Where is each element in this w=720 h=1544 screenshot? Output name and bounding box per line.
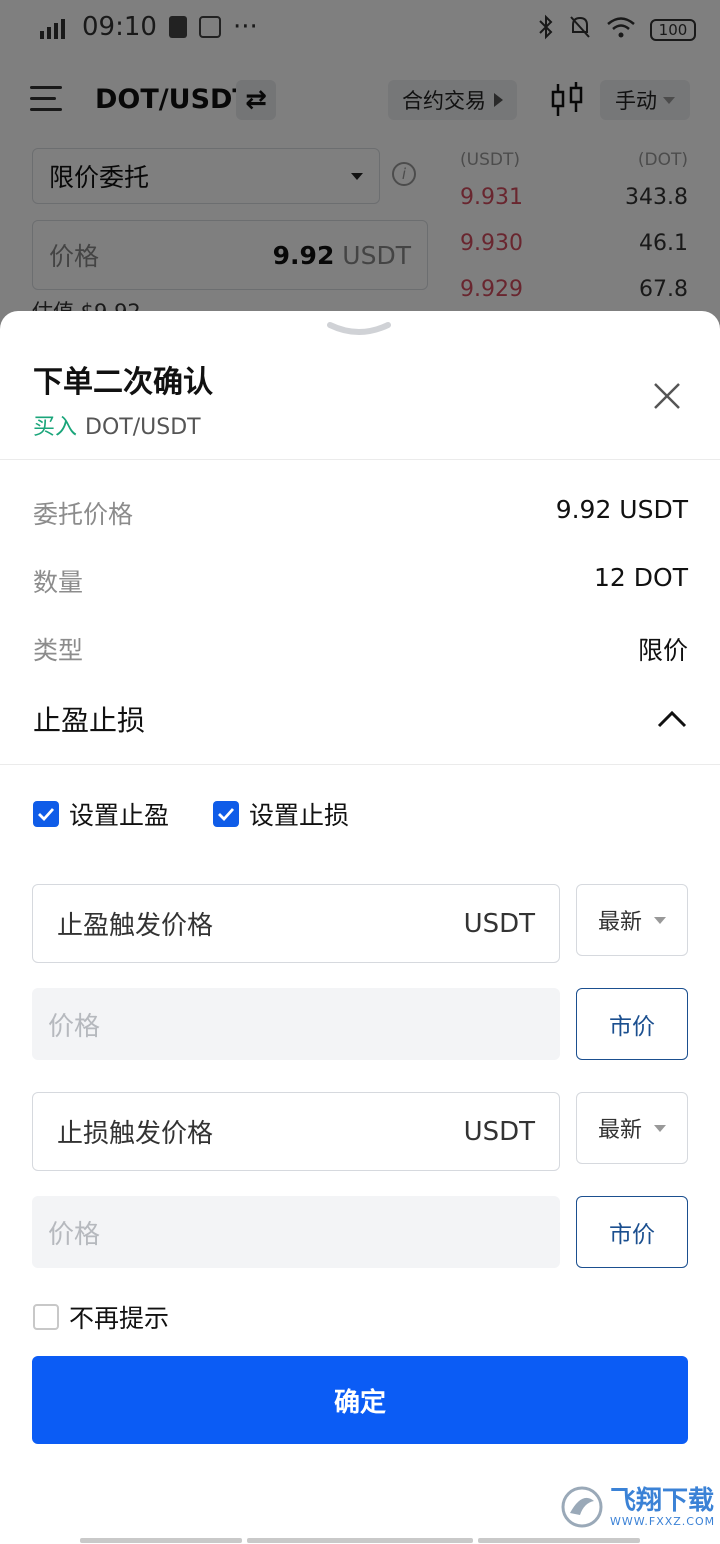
stop-loss-trigger-input[interactable]: 止损触发价格 USDT	[32, 1092, 560, 1171]
no-remind-checkbox[interactable]: 不再提示	[33, 1299, 169, 1335]
divider	[0, 764, 720, 765]
take-profit-price-input[interactable]: 价格	[32, 988, 560, 1060]
sheet-title: 下单二次确认	[33, 365, 213, 400]
trigger-unit: USDT	[463, 908, 535, 939]
detail-value: 9.92 USDT	[555, 495, 688, 524]
detail-value: 12 DOT	[594, 563, 688, 592]
price-source-label: 最新	[597, 1118, 642, 1143]
detail-row-price: 委托价格 9.92 USDT	[33, 495, 688, 531]
take-profit-price-source-select[interactable]: 最新	[576, 884, 688, 956]
trigger-placeholder: 止盈触发价格	[57, 911, 214, 941]
detail-row-type: 类型 限价	[33, 631, 688, 667]
chevron-up-icon[interactable]	[656, 709, 688, 729]
order-confirm-sheet: 下单二次确认 买入 DOT/USDT 委托价格 9.92 USDT 数量 12 D…	[0, 311, 720, 1544]
confirm-button[interactable]: 确定	[32, 1356, 688, 1444]
checkbox-checked-icon[interactable]	[33, 801, 59, 827]
tp-sl-section-toggle[interactable]: 止盈止损	[33, 699, 688, 739]
order-side: 买入	[33, 415, 78, 440]
trigger-unit: USDT	[463, 1116, 535, 1147]
no-remind-label: 不再提示	[69, 1304, 170, 1333]
checkbox-checked-icon[interactable]	[213, 801, 239, 827]
sheet-subtitle: 买入 DOT/USDT	[33, 409, 201, 441]
price-placeholder: 价格	[48, 1011, 101, 1042]
take-profit-market-button[interactable]: 市价	[576, 988, 688, 1060]
watermark-url: WWW.FXXZ.COM	[610, 1514, 716, 1528]
tp-sl-title: 止盈止损	[33, 704, 146, 737]
set-take-profit-label: 设置止盈	[69, 801, 170, 830]
drag-handle-icon[interactable]	[326, 319, 392, 339]
detail-label: 数量	[33, 568, 84, 597]
order-pair: DOT/USDT	[85, 415, 201, 440]
watermark: 飞翔下载 WWW.FXXZ.COM	[556, 1481, 714, 1533]
set-stop-loss-checkbox[interactable]: 设置止损	[213, 796, 349, 832]
checkbox-unchecked-icon[interactable]	[33, 1304, 59, 1330]
detail-label: 委托价格	[33, 500, 134, 529]
watermark-logo-icon	[560, 1485, 604, 1529]
stop-loss-price-input[interactable]: 价格	[32, 1196, 560, 1268]
modal-overlay[interactable]	[0, 0, 720, 340]
price-source-label: 最新	[597, 910, 642, 935]
divider	[0, 459, 720, 460]
watermark-name: 飞翔下载	[610, 1485, 715, 1516]
set-stop-loss-label: 设置止损	[249, 801, 350, 830]
set-take-profit-checkbox[interactable]: 设置止盈	[33, 796, 169, 832]
detail-row-quantity: 数量 12 DOT	[33, 563, 688, 599]
stop-loss-market-button[interactable]: 市价	[576, 1196, 688, 1268]
detail-label: 类型	[33, 636, 84, 665]
gesture-bar-right	[478, 1538, 640, 1543]
gesture-bar-left	[80, 1538, 242, 1543]
trigger-placeholder: 止损触发价格	[57, 1119, 214, 1149]
close-icon[interactable]	[650, 379, 684, 413]
gesture-bar-center	[247, 1538, 473, 1543]
caret-down-icon	[654, 1124, 666, 1132]
detail-value: 限价	[637, 636, 688, 665]
caret-down-icon	[654, 916, 666, 924]
price-placeholder: 价格	[48, 1219, 101, 1250]
take-profit-trigger-input[interactable]: 止盈触发价格 USDT	[32, 884, 560, 963]
stop-loss-price-source-select[interactable]: 最新	[576, 1092, 688, 1164]
